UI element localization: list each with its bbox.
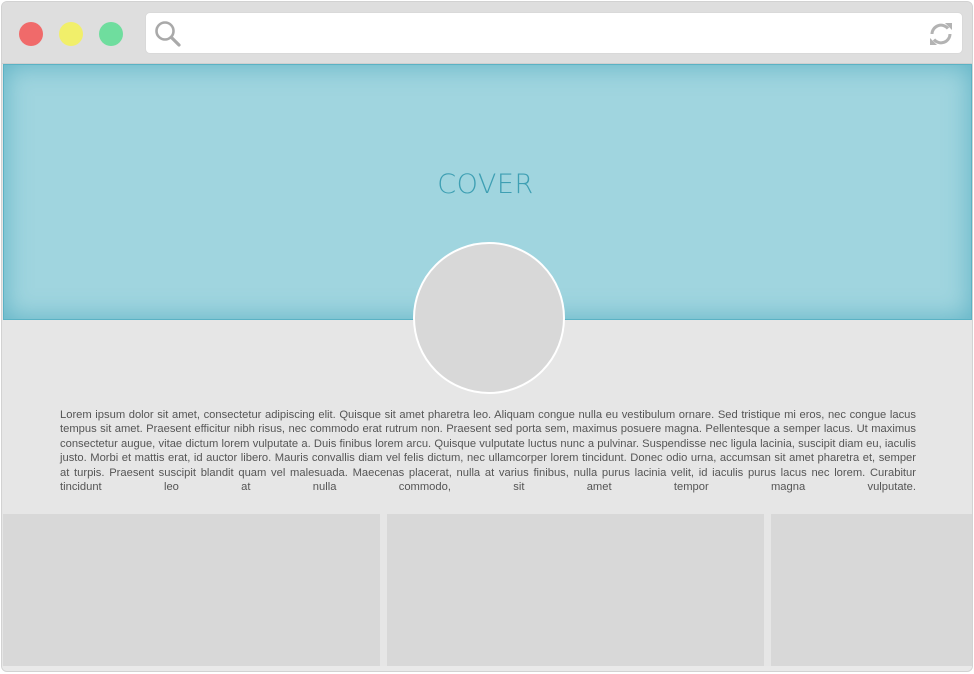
search-icon[interactable] [154,20,182,48]
content-tile[interactable] [771,514,972,666]
refresh-icon[interactable] [926,19,956,49]
address-bar[interactable] [145,12,963,54]
profile-bio-text: Lorem ipsum dolor sit amet, consectetur … [60,409,916,494]
minimize-window-button[interactable] [59,22,83,46]
footer-strip [2,666,972,671]
close-window-button[interactable] [19,22,43,46]
browser-window: COVER Lorem ipsum dolor sit amet, consec… [1,1,973,672]
browser-toolbar [2,2,972,64]
content-tile[interactable] [387,514,764,666]
content-tiles [2,514,972,666]
maximize-window-button[interactable] [99,22,123,46]
avatar[interactable] [413,242,565,394]
content-tile[interactable] [3,514,380,666]
cover-label: COVER [437,169,534,200]
